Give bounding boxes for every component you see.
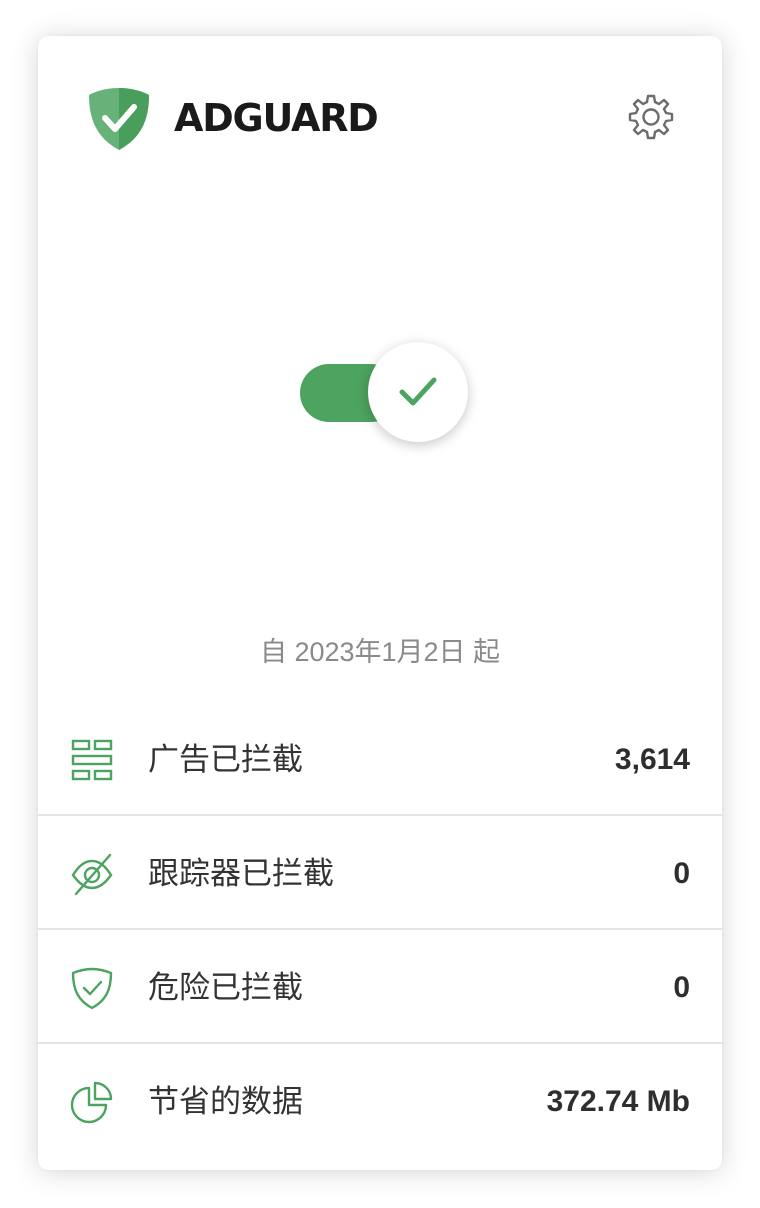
protection-since-text: 自 2023年1月2日 起 [259,637,501,667]
toggle-knob [368,342,468,442]
check-icon [399,377,437,406]
logo-text: ADGUARD [174,96,379,140]
adguard-shield-icon [89,88,149,150]
stat-value: 0 [673,857,690,890]
threat-shield-icon [71,967,113,1010]
tracker-blocked-icon [71,853,113,896]
stat-trackers-blocked: 跟踪器已拦截 0 [38,816,722,930]
stat-threats-blocked: 危险已拦截 0 [38,930,722,1044]
stat-data-saved: 节省的数据 372.74 Mb [38,1044,722,1158]
stat-label: 危险已拦截 [148,970,303,1006]
stat-value: 3,614 [614,743,690,776]
settings-button[interactable] [626,92,676,142]
stat-label: 节省的数据 [148,1084,303,1120]
stat-value: 372.74 Mb [546,1085,690,1118]
gear-icon [628,94,674,140]
stat-label: 广告已拦截 [148,742,303,778]
data-pie-icon [70,1081,113,1124]
stat-value: 0 [673,971,690,1004]
ads-blocked-icon [71,739,113,781]
stat-label: 跟踪器已拦截 [148,856,334,892]
header: ADGUARD [38,36,722,196]
stats-list: 广告已拦截 3,614 跟踪器已拦截 0 危险已拦截 0 节省的数据 372.7… [38,702,722,1158]
stat-ads-blocked: 广告已拦截 3,614 [38,702,722,816]
adguard-popup: ADGUARD 自 2023年1月2日 起 广告已拦截 3,614 跟踪器已拦截… [38,36,722,1170]
protection-toggle[interactable] [300,342,470,442]
